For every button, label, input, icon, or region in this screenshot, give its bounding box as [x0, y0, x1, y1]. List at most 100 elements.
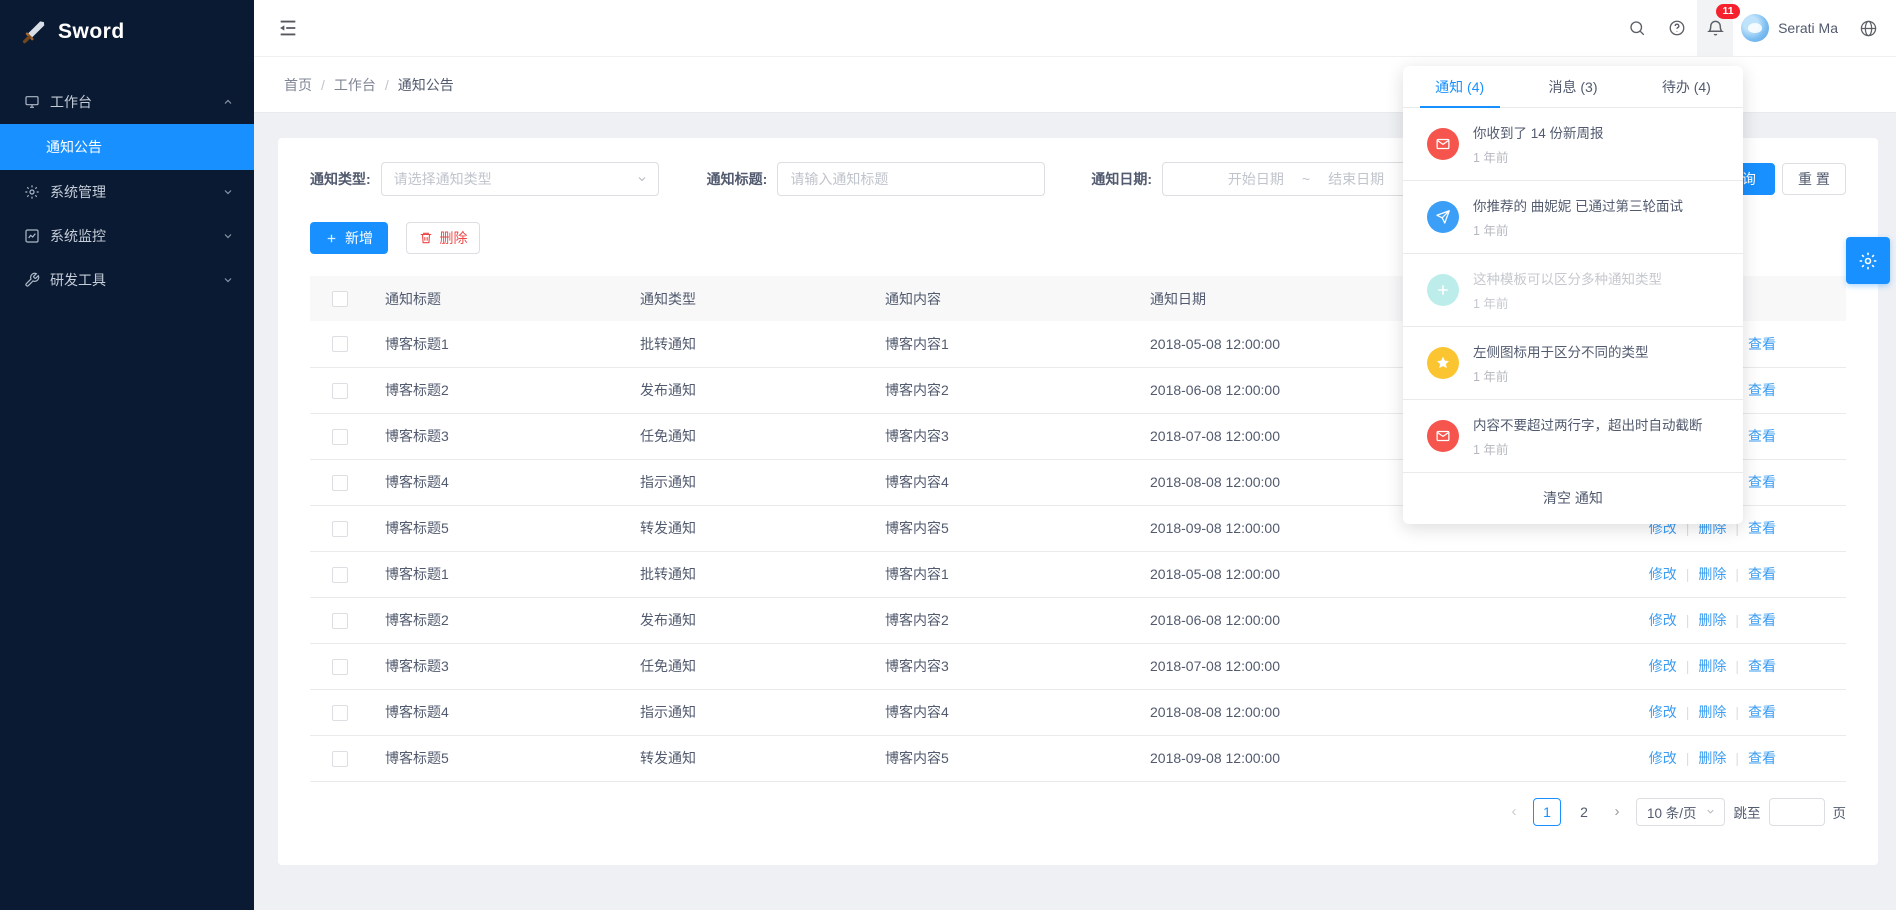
- sidebar-item-workbench[interactable]: 工作台: [0, 80, 254, 124]
- select-all-checkbox[interactable]: [332, 291, 348, 307]
- mail-icon: [1427, 128, 1459, 160]
- row-checkbox[interactable]: [332, 567, 348, 583]
- desktop-icon: [24, 94, 40, 110]
- row-checkbox[interactable]: [332, 475, 348, 491]
- jump-to-input[interactable]: [1769, 798, 1825, 826]
- page-size-select[interactable]: 10 条/页: [1636, 798, 1725, 826]
- row-action-view[interactable]: 查看: [1748, 520, 1776, 536]
- filter-title-label: 通知标题:: [707, 169, 768, 189]
- notification-list: 你收到了 14 份新周报 1 年前 你推荐的 曲妮妮 已通过第三轮面试 1 年前…: [1403, 108, 1743, 473]
- sidebar-item-notice[interactable]: 通知公告: [0, 124, 254, 170]
- cell-notice-type: 指示通知: [615, 689, 860, 735]
- breadcrumb-home[interactable]: 首页: [284, 75, 312, 95]
- notice-title-input[interactable]: [778, 163, 1044, 195]
- row-action-view[interactable]: 查看: [1748, 428, 1776, 444]
- row-action-view[interactable]: 查看: [1748, 382, 1776, 398]
- prev-page-button[interactable]: ‹: [1504, 803, 1524, 820]
- row-checkbox[interactable]: [332, 659, 348, 675]
- help-icon[interactable]: [1657, 0, 1697, 56]
- app-logo[interactable]: Sword: [0, 0, 254, 64]
- notification-item[interactable]: 这种模板可以区分多种通知类型 1 年前: [1403, 254, 1743, 327]
- add-button-label: 新增: [345, 228, 373, 248]
- select-placeholder: 请选择通知类型: [394, 169, 636, 189]
- table-row: 博客标题5 转发通知 博客内容5 2018-09-08 12:00:00 修改|…: [310, 735, 1846, 781]
- menu-fold-icon[interactable]: [274, 14, 302, 42]
- notice-title-input-wrap: [777, 162, 1045, 196]
- row-action-edit[interactable]: 修改: [1649, 658, 1677, 674]
- row-action-view[interactable]: 查看: [1748, 704, 1776, 720]
- next-page-button[interactable]: ›: [1607, 803, 1627, 820]
- cell-notice-type: 指示通知: [615, 459, 860, 505]
- notifications-bell[interactable]: 11: [1697, 0, 1733, 56]
- sidebar-item-system-admin[interactable]: 系统管理: [0, 170, 254, 214]
- tab-notifications[interactable]: 通知 (4): [1403, 66, 1516, 107]
- cell-notice-title: 博客标题5: [360, 505, 615, 551]
- table-row: 博客标题3 任免通知 博客内容3 2018-07-08 12:00:00 修改|…: [310, 643, 1846, 689]
- row-action-delete[interactable]: 删除: [1698, 612, 1726, 628]
- delete-button[interactable]: 删除: [406, 222, 480, 254]
- page-button-2[interactable]: 2: [1570, 798, 1598, 826]
- sidebar-item-system-monitor[interactable]: 系统监控: [0, 214, 254, 258]
- cell-notice-content: 博客内容1: [860, 551, 1125, 597]
- star-icon: [1427, 347, 1459, 379]
- row-action-view[interactable]: 查看: [1748, 612, 1776, 628]
- cell-notice-title: 博客标题4: [360, 689, 615, 735]
- row-checkbox[interactable]: [332, 613, 348, 629]
- search-icon[interactable]: [1617, 0, 1657, 56]
- active-tab-underline: [1420, 106, 1500, 108]
- notification-item[interactable]: 你收到了 14 份新周报 1 年前: [1403, 108, 1743, 181]
- table-row: 博客标题2 发布通知 博客内容2 2018-06-08 12:00:00 修改|…: [310, 597, 1846, 643]
- row-action-view[interactable]: 查看: [1748, 336, 1776, 352]
- user-menu[interactable]: Serati Ma: [1741, 14, 1838, 42]
- row-action-delete[interactable]: 删除: [1698, 704, 1726, 720]
- breadcrumb-workbench[interactable]: 工作台: [334, 75, 376, 95]
- row-action-delete[interactable]: 删除: [1698, 566, 1726, 582]
- cell-notice-type: 发布通知: [615, 367, 860, 413]
- notice-type-select[interactable]: 请选择通知类型: [381, 162, 659, 196]
- settings-fab[interactable]: [1846, 237, 1890, 284]
- notification-item[interactable]: 你推荐的 曲妮妮 已通过第三轮面试 1 年前: [1403, 181, 1743, 254]
- notification-item[interactable]: 左侧图标用于区分不同的类型 1 年前: [1403, 327, 1743, 400]
- notification-title: 你收到了 14 份新周报: [1473, 122, 1604, 142]
- row-action-view[interactable]: 查看: [1748, 474, 1776, 490]
- tab-messages[interactable]: 消息 (3): [1516, 66, 1629, 107]
- row-action-view[interactable]: 查看: [1748, 566, 1776, 582]
- row-action-edit[interactable]: 修改: [1649, 566, 1677, 582]
- row-action-view[interactable]: 查看: [1748, 658, 1776, 674]
- row-action-delete[interactable]: 删除: [1698, 658, 1726, 674]
- globe-icon[interactable]: [1848, 0, 1888, 56]
- notification-item[interactable]: 内容不要超过两行字，超出时自动截断 1 年前: [1403, 400, 1743, 473]
- row-checkbox[interactable]: [332, 705, 348, 721]
- sword-icon: [20, 18, 48, 46]
- plus-icon: [1427, 274, 1459, 306]
- row-checkbox[interactable]: [332, 751, 348, 767]
- row-checkbox[interactable]: [332, 336, 348, 352]
- sidebar-submenu: 通知公告: [0, 124, 254, 170]
- action-separator: |: [1686, 704, 1690, 720]
- action-separator: |: [1686, 566, 1690, 582]
- date-separator: ~: [1302, 171, 1310, 187]
- row-action-delete[interactable]: 删除: [1698, 750, 1726, 766]
- row-checkbox[interactable]: [332, 383, 348, 399]
- page-button-1[interactable]: 1: [1533, 798, 1561, 826]
- sidebar-item-dev-tools[interactable]: 研发工具: [0, 258, 254, 302]
- clear-notifications-button[interactable]: 清空 通知: [1403, 473, 1743, 523]
- row-action-view[interactable]: 查看: [1748, 750, 1776, 766]
- notification-title: 左侧图标用于区分不同的类型: [1473, 341, 1649, 361]
- notification-title: 你推荐的 曲妮妮 已通过第三轮面试: [1473, 195, 1683, 215]
- action-separator: |: [1735, 750, 1739, 766]
- action-separator: |: [1735, 612, 1739, 628]
- row-checkbox[interactable]: [332, 521, 348, 537]
- sidebar-item-label: 研发工具: [50, 270, 222, 290]
- sidebar-item-label: 系统管理: [50, 182, 222, 202]
- reset-button[interactable]: 重 置: [1782, 163, 1846, 195]
- row-action-edit[interactable]: 修改: [1649, 750, 1677, 766]
- row-action-edit[interactable]: 修改: [1649, 612, 1677, 628]
- cell-notice-type: 任免通知: [615, 413, 860, 459]
- row-checkbox[interactable]: [332, 429, 348, 445]
- cell-notice-date: 2018-09-08 12:00:00: [1125, 735, 1606, 781]
- add-button[interactable]: 新增: [310, 222, 388, 254]
- notification-time: 1 年前: [1473, 366, 1649, 385]
- row-action-edit[interactable]: 修改: [1649, 704, 1677, 720]
- tab-todos[interactable]: 待办 (4): [1630, 66, 1743, 107]
